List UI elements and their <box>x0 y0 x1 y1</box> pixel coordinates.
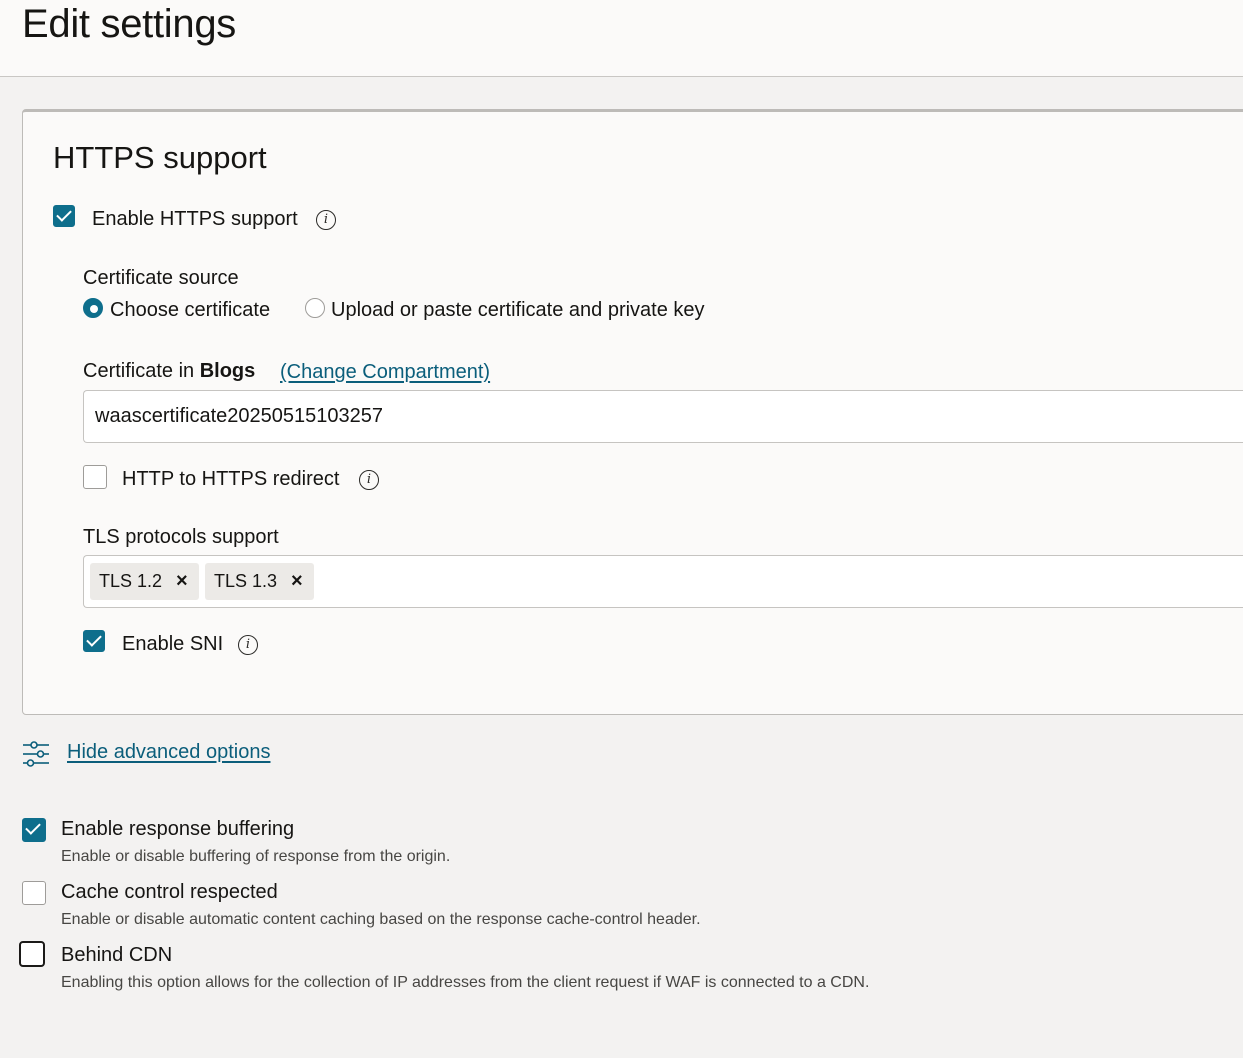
response-buffering-description: Enable or disable buffering of response … <box>61 848 451 865</box>
tls-chip-label: TLS 1.2 <box>99 571 163 591</box>
tls-protocols-label: TLS protocols support <box>83 526 279 548</box>
behind-cdn-description: Enabling this option allows for the coll… <box>61 974 870 991</box>
upload-certificate-label[interactable]: Upload or paste certificate and private … <box>331 299 705 322</box>
sliders-icon[interactable] <box>22 740 50 768</box>
upload-certificate-radio[interactable] <box>305 298 325 318</box>
tls-chip: TLS 1.3 × <box>205 563 314 600</box>
choose-certificate-label[interactable]: Choose certificate <box>110 299 270 322</box>
enable-sni-checkbox[interactable] <box>83 630 105 652</box>
http-redirect-label: HTTP to HTTPS redirect <box>122 468 340 490</box>
response-buffering-label: Enable response buffering <box>61 818 295 840</box>
choose-certificate-radio[interactable] <box>83 298 103 318</box>
info-icon[interactable]: i <box>359 470 379 490</box>
remove-chip-icon[interactable]: × <box>291 563 303 600</box>
change-compartment-link[interactable]: (Change Compartment) <box>280 361 490 384</box>
tls-chip-label: TLS 1.3 <box>214 571 278 591</box>
compartment-name: Blogs <box>199 360 256 382</box>
certificate-source-label: Certificate source <box>83 267 239 289</box>
info-icon[interactable]: i <box>316 210 336 230</box>
behind-cdn-label: Behind CDN <box>61 944 173 966</box>
hide-advanced-options-link[interactable]: Hide advanced options <box>67 741 270 764</box>
certificate-label-prefix: Certificate in <box>83 360 195 382</box>
remove-chip-icon[interactable]: × <box>176 563 188 600</box>
http-redirect-checkbox[interactable] <box>83 465 107 489</box>
enable-https-label: Enable HTTPS support <box>92 208 298 230</box>
section-title: HTTPS support <box>53 140 267 175</box>
page-title: Edit settings <box>22 2 236 46</box>
certificate-select-value: waascertificate20250515103257 <box>95 405 383 427</box>
certificate-select[interactable]: waascertificate20250515103257 <box>83 390 1243 443</box>
tls-protocols-select[interactable]: TLS 1.2 × TLS 1.3 × <box>83 555 1243 608</box>
response-buffering-checkbox[interactable] <box>22 818 46 842</box>
page-header: Edit settings <box>0 0 1243 77</box>
cache-control-checkbox[interactable] <box>22 881 46 905</box>
info-icon[interactable]: i <box>238 635 258 655</box>
cache-control-label: Cache control respected <box>61 881 278 903</box>
certificate-field-label: Certificate in Blogs <box>83 360 255 383</box>
behind-cdn-checkbox[interactable] <box>19 941 45 967</box>
https-support-panel: HTTPS support Enable HTTPS support i Cer… <box>22 109 1243 715</box>
enable-https-checkbox[interactable] <box>53 205 75 227</box>
enable-sni-label: Enable SNI <box>122 633 224 655</box>
cache-control-description: Enable or disable automatic content cach… <box>61 911 701 928</box>
tls-chip: TLS 1.2 × <box>90 563 199 600</box>
